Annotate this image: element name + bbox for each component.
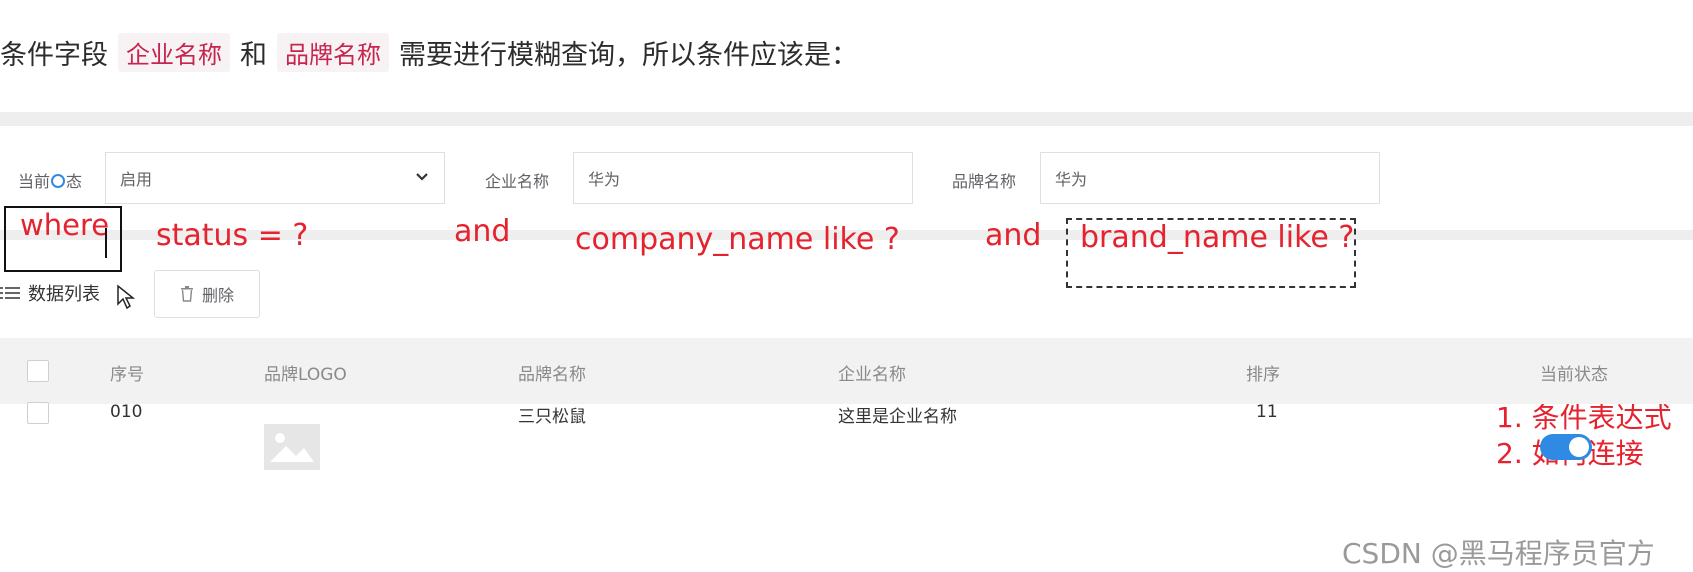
annotation-status-condition: status = ?	[156, 218, 309, 253]
header-index: 序号	[110, 365, 144, 385]
annotation-brand-condition: brand_name like ?	[1080, 220, 1355, 255]
intro-text-before: 条件字段	[0, 39, 108, 71]
company-input-value: 华为	[588, 170, 621, 189]
intro-sentence: 条件字段 企业名称 和 品牌名称 需要进行模糊查询，所以条件应该是：	[0, 30, 858, 74]
select-all-checkbox[interactable]	[27, 360, 49, 382]
intro-text-middle: 和	[240, 39, 267, 71]
code-tag-company: 企业名称	[118, 32, 230, 72]
row-sort: 11	[1256, 402, 1278, 422]
chevron-down-icon	[416, 173, 428, 181]
annotation-where: where	[20, 208, 110, 242]
list-icon	[0, 287, 20, 299]
screenshot-panel: 当前态 启用 企业名称 华为 品牌名称 华为 where status = ? …	[0, 112, 1693, 570]
delete-button[interactable]: 删除	[154, 270, 260, 318]
row-company-name: 这里是企业名称	[838, 407, 957, 427]
row-checkbox[interactable]	[27, 402, 49, 424]
text-caret	[105, 228, 107, 258]
header-sort: 排序	[1246, 365, 1280, 385]
header-company-name: 企业名称	[838, 365, 906, 385]
note-condition-expression: 1. 条件表达式	[1496, 401, 1672, 434]
data-list-title: 数据列表	[0, 280, 100, 306]
status-toggle[interactable]	[1540, 434, 1592, 460]
delete-button-label: 删除	[201, 286, 234, 305]
code-tag-brand: 品牌名称	[277, 32, 389, 72]
status-label: 当前态	[18, 172, 83, 191]
annotation-and-2: and	[985, 218, 1042, 253]
trash-icon	[180, 286, 193, 302]
status-select[interactable]: 启用	[105, 152, 445, 204]
company-input[interactable]: 华为	[573, 152, 913, 204]
status-dot-icon	[51, 174, 66, 188]
csdn-watermark: CSDN @黑马程序员官方	[1342, 537, 1655, 570]
top-divider	[0, 112, 1693, 126]
row-brand-name: 三只松鼠	[518, 407, 586, 427]
row-index: 010	[110, 402, 143, 422]
table-header: 序号 品牌LOGO 品牌名称 企业名称 排序 当前状态	[0, 338, 1693, 404]
annotation-company-condition: company_name like ?	[575, 222, 900, 257]
annotation-and-1: and	[454, 214, 511, 249]
data-list-title-text: 数据列表	[28, 284, 100, 305]
company-label: 企业名称	[485, 172, 550, 191]
brand-label: 品牌名称	[952, 172, 1017, 191]
intro-text-after: 需要进行模糊查询，所以条件应该是：	[399, 39, 858, 71]
brand-input-value: 华为	[1055, 170, 1088, 189]
header-brand-logo: 品牌LOGO	[264, 365, 347, 385]
brand-logo-placeholder-icon	[264, 424, 320, 470]
header-brand-name: 品牌名称	[518, 365, 586, 385]
status-select-value: 启用	[120, 170, 153, 189]
mouse-cursor-icon	[117, 284, 136, 310]
brand-input[interactable]: 华为	[1040, 152, 1380, 204]
header-current-status: 当前状态	[1540, 365, 1608, 385]
